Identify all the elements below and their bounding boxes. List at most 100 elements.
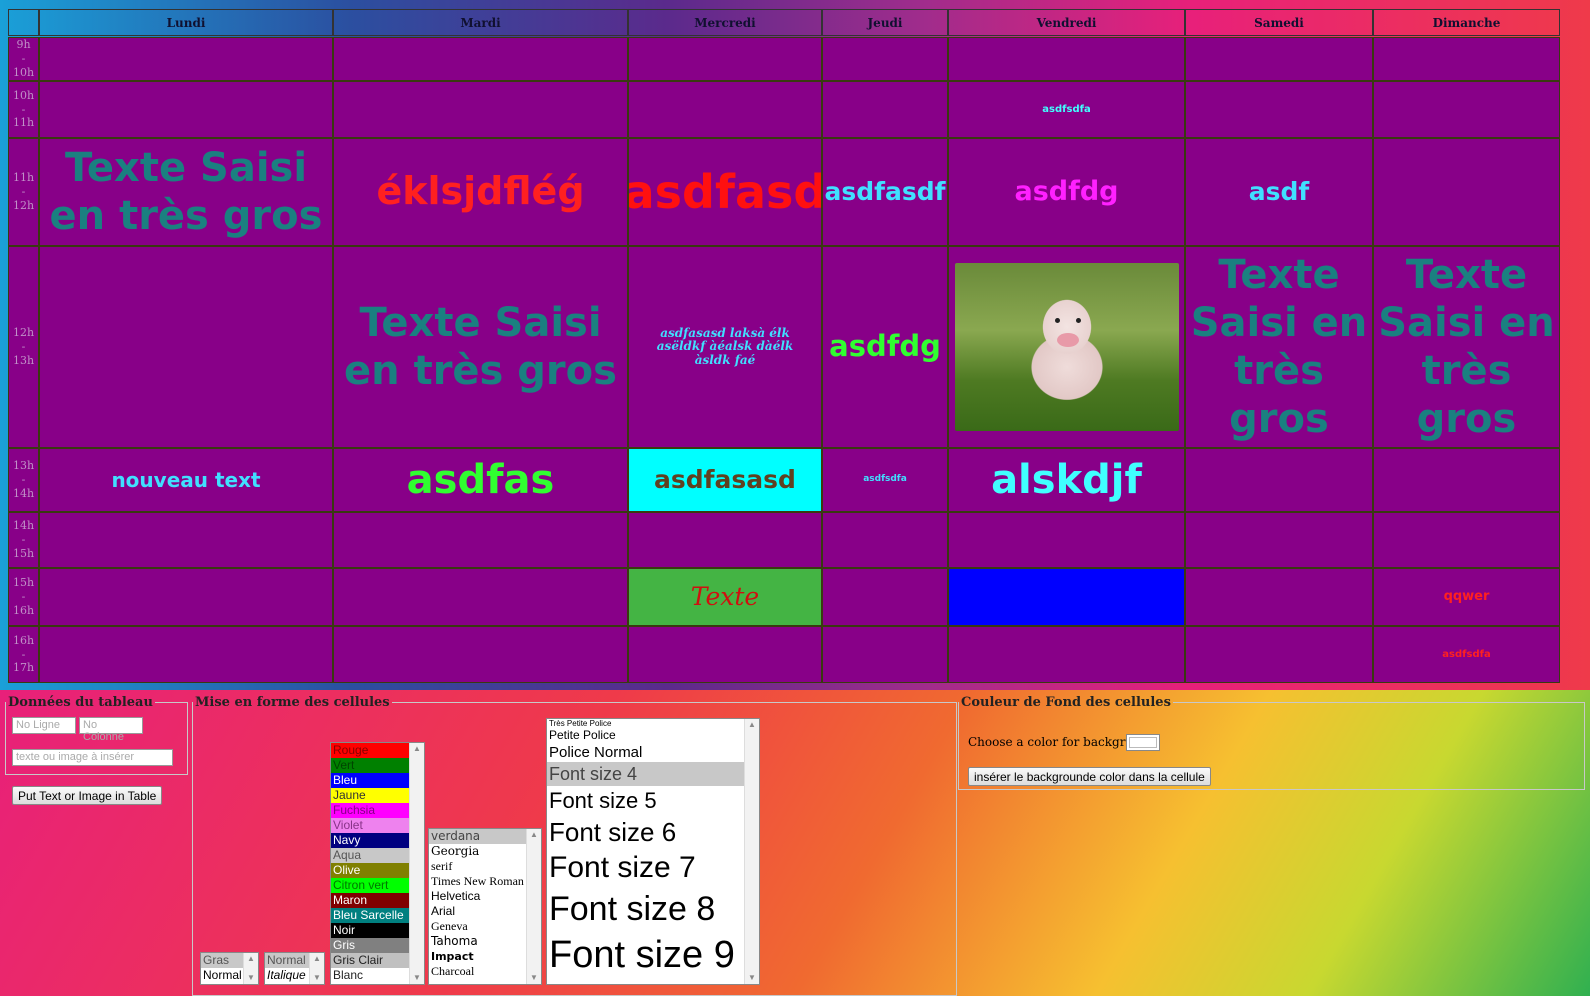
font-option-times[interactable]: Times New Roman xyxy=(429,874,541,889)
cell-mardi-row7[interactable] xyxy=(333,568,628,626)
cell-dimanche-row5[interactable] xyxy=(1373,448,1560,512)
cell-dimanche-row6[interactable] xyxy=(1373,512,1560,568)
cell-mardi-row2[interactable] xyxy=(333,81,628,138)
cell-lundi-row4[interactable] xyxy=(39,246,333,448)
style-scrollbar[interactable]: ▲ ▼ xyxy=(309,953,324,984)
cell-mardi-row5[interactable]: asdfas xyxy=(333,448,628,512)
font-style-select[interactable]: Normal Italique ▲ ▼ xyxy=(264,952,325,985)
cell-dimanche-row1[interactable] xyxy=(1373,37,1560,81)
cell-mercredi-row5[interactable]: asdfasasd xyxy=(628,448,822,512)
font-size-select[interactable]: Très Petite Police Petite Police Police … xyxy=(546,718,760,985)
cell-jeudi-row2[interactable] xyxy=(822,81,948,138)
cell-jeudi-row5[interactable]: asdfsdfa xyxy=(822,448,948,512)
cell-jeudi-row4[interactable]: asdfdg xyxy=(822,246,948,448)
cell-mardi-row4[interactable]: Texte Saisi en très gros xyxy=(333,246,628,448)
cell-lundi-row2[interactable] xyxy=(39,81,333,138)
cell-text: asdfsdfa xyxy=(1042,104,1091,115)
cell-lundi-row1[interactable] xyxy=(39,37,333,81)
cell-lundi-row3[interactable]: Texte Saisi en très gros xyxy=(39,138,333,246)
row-number-input[interactable]: No Ligne xyxy=(12,717,76,734)
size-option-2[interactable]: Petite Police xyxy=(547,728,759,743)
cell-samedi-row4[interactable]: Texte Saisi en très gros xyxy=(1185,246,1373,448)
cell-mercredi-row1[interactable] xyxy=(628,37,822,81)
cell-jeudi-row3[interactable]: asdfasdf xyxy=(822,138,948,246)
content-input[interactable]: texte ou image à insérer xyxy=(12,749,173,766)
size-option-3[interactable]: Police Normal xyxy=(547,743,759,762)
font-option-geneva[interactable]: Geneva xyxy=(429,919,541,934)
color-scrollbar[interactable]: ▲ ▼ xyxy=(409,743,424,984)
cell-vendredi-row1[interactable] xyxy=(948,37,1185,81)
time-slot-label: 9h -10h xyxy=(8,37,39,81)
column-number-input[interactable]: No Colonne xyxy=(79,717,143,743)
cell-jeudi-row7[interactable] xyxy=(822,568,948,626)
size-option-5[interactable]: Font size 5 xyxy=(547,786,759,815)
size-option-7[interactable]: Font size 7 xyxy=(547,849,759,887)
time-slot-part: 14h xyxy=(12,486,35,500)
cell-mercredi-row2[interactable] xyxy=(628,81,822,138)
cell-dimanche-row3[interactable] xyxy=(1373,138,1560,246)
cell-samedi-row6[interactable] xyxy=(1185,512,1373,568)
size-option-9[interactable]: Font size 9 xyxy=(547,931,759,979)
cell-samedi-row2[interactable] xyxy=(1185,81,1373,138)
font-size-scrollbar[interactable]: ▲ ▼ xyxy=(744,719,759,984)
cell-vendredi-row8[interactable] xyxy=(948,626,1185,683)
cell-jeudi-row8[interactable] xyxy=(822,626,948,683)
cell-jeudi-row6[interactable] xyxy=(822,512,948,568)
cell-lundi-row6[interactable] xyxy=(39,512,333,568)
color-select[interactable]: Rouge Vert Bleu Jaune Fuchsia Violet Navy Aqua O… xyxy=(330,742,425,985)
cell-samedi-row5[interactable] xyxy=(1185,448,1373,512)
put-in-table-button[interactable]: Put Text or Image in Table xyxy=(12,786,163,805)
size-option-4[interactable]: Font size 4 xyxy=(547,762,759,786)
time-slot-part: 11h xyxy=(12,116,35,130)
font-option-serif[interactable]: serif xyxy=(429,859,541,874)
cell-samedi-row3[interactable]: asdf xyxy=(1185,138,1373,246)
font-option-tahoma[interactable]: Tahoma xyxy=(429,934,541,949)
cell-samedi-row8[interactable] xyxy=(1185,626,1373,683)
font-option-charcoal[interactable]: Charcoal xyxy=(429,964,541,979)
cell-dimanche-row4[interactable]: Texte Saisi en très gros xyxy=(1373,246,1560,448)
cell-mercredi-row3[interactable]: asdfasd xyxy=(628,138,822,246)
cell-samedi-row7[interactable] xyxy=(1185,568,1373,626)
cell-mardi-row6[interactable] xyxy=(333,512,628,568)
cell-mercredi-row4[interactable]: asdfasasd laksà élk asëldkf àéalsk dàélk… xyxy=(628,246,822,448)
font-option-georgia[interactable]: Georgia xyxy=(429,844,541,859)
time-slot-label: 16h -17h xyxy=(8,626,39,683)
cell-mardi-row1[interactable] xyxy=(333,37,628,81)
font-option-verdana[interactable]: verdana xyxy=(429,829,541,844)
cell-vendredi-row4[interactable] xyxy=(948,246,1185,448)
font-family-scrollbar[interactable]: ▲ ▼ xyxy=(526,829,541,984)
cell-lundi-row8[interactable] xyxy=(39,626,333,683)
cell-mercredi-row8[interactable] xyxy=(628,626,822,683)
cell-vendredi-row3[interactable]: asdfdg xyxy=(948,138,1185,246)
cell-mercredi-row7[interactable]: Texte xyxy=(628,568,822,626)
cell-lundi-row7[interactable] xyxy=(39,568,333,626)
time-slot-part: 14h xyxy=(12,519,35,533)
cell-vendredi-row5[interactable]: alskdjf xyxy=(948,448,1185,512)
size-option-1[interactable]: Très Petite Police xyxy=(547,719,759,728)
weight-scrollbar[interactable]: ▲ ▼ xyxy=(243,953,258,984)
cell-mercredi-row6[interactable] xyxy=(628,512,822,568)
cell-dimanche-row8[interactable]: asdfsdfa xyxy=(1373,626,1560,683)
font-family-select[interactable]: verdana Georgia serif Times New Roman He… xyxy=(428,828,542,985)
background-color-picker[interactable] xyxy=(1126,734,1160,751)
font-option-helvetica[interactable]: Helvetica xyxy=(429,889,541,904)
font-weight-select[interactable]: Gras Normal ▲ ▼ xyxy=(200,952,259,985)
cell-jeudi-row1[interactable] xyxy=(822,37,948,81)
cell-text: asdfdg xyxy=(829,329,941,364)
font-option-arial[interactable]: Arial xyxy=(429,904,541,919)
cell-format-legend: Mise en forme des cellules xyxy=(195,695,390,710)
cell-dimanche-row2[interactable] xyxy=(1373,81,1560,138)
cell-lundi-row5[interactable]: nouveau text xyxy=(39,448,333,512)
cell-mardi-row8[interactable] xyxy=(333,626,628,683)
cell-samedi-row1[interactable] xyxy=(1185,37,1373,81)
cell-text: nouveau text xyxy=(111,468,261,492)
size-option-8[interactable]: Font size 8 xyxy=(547,887,759,931)
insert-background-button[interactable]: insérer le backgrounde color dans la cel… xyxy=(968,767,1211,786)
cell-vendredi-row2[interactable]: asdfsdfa xyxy=(948,81,1185,138)
cell-dimanche-row7[interactable]: qqwer xyxy=(1373,568,1560,626)
cell-mardi-row3[interactable]: éklsjdfléǵ xyxy=(333,138,628,246)
cell-vendredi-row6[interactable] xyxy=(948,512,1185,568)
font-option-impact[interactable]: Impact xyxy=(429,949,541,964)
size-option-6[interactable]: Font size 6 xyxy=(547,815,759,849)
cell-vendredi-row7[interactable] xyxy=(948,568,1185,626)
